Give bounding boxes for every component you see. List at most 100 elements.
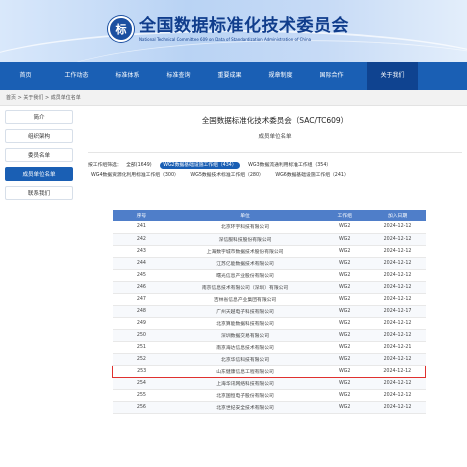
cell-unit: 北京世纪安全技术有限公司 [170,401,320,414]
nav-news[interactable]: 工作动态 [51,62,102,90]
cell-group: WG2 [319,281,370,294]
nav-achievements[interactable]: 重要成果 [204,62,255,90]
table-row: 242 深信服科技股份有限公司 WG2 2024-12-12 [112,233,426,246]
cell-index: 241 [112,221,171,234]
column-header-unit: 单位 [170,210,320,221]
sidebar: 简介 组织架构 委员名单 成员单位名单 联系我们 [5,110,73,205]
cell-group: WG2 [319,377,370,390]
cell-date: 2024-12-12 [369,377,426,390]
table-row: 243 上海数字城市数据技术股份有限公司 WG2 2024-12-12 [112,245,426,258]
cell-unit: 上海数字城市数据技术股份有限公司 [170,245,320,258]
filter-wg4[interactable]: WG4数据资源化利用标准工作组（300） [88,172,182,179]
cell-group: WG2 [319,233,370,246]
site-subtitle: National Technical Committee 609 on Data… [139,37,312,42]
table-row: 256 北京世纪安全技术有限公司 WG2 2024-12-12 [112,401,426,414]
filter-wg2[interactable]: WG2数据基础设施工作组（434） [160,162,240,169]
cell-group: WG2 [319,329,370,342]
cell-index: 255 [112,389,171,402]
nav-standard-system[interactable]: 标准体系 [102,62,153,90]
table-row: 253 山东健康信息工程有限公司 WG2 2024-12-12 [112,364,426,378]
cell-group: WG2 [319,269,370,282]
table-body: 241 北京环宇科技有限公司 WG2 2024-12-12 242 深信服科技股份有限公司… [112,221,426,414]
nav-international[interactable]: 国际合作 [306,62,357,90]
nav-about-us[interactable]: 关于我们 [367,62,418,90]
sidebar-item-contact[interactable]: 联系我们 [5,186,73,200]
table-row: 246 南京信息技术有限公司（深圳）有限公司 WG2 2024-12-12 [112,281,426,294]
sidebar-item-intro[interactable]: 简介 [5,110,73,124]
cell-date: 2024-12-12 [369,389,426,402]
site-logo-link[interactable]: 标 全国数据标准化技术委员会 National Technical Commit… [108,16,349,42]
cell-group: WG2 [319,245,370,258]
cell-index: 250 [112,329,171,342]
cell-unit: 上海华讯网络科技有限公司 [170,377,320,390]
cell-group: WG2 [319,305,370,318]
filter-wg5[interactable]: WG5数据技术标准工作组（280） [187,172,266,179]
table-row: 250 深圳数据交易有限公司 WG2 2024-12-12 [112,329,426,342]
cell-index: 249 [112,317,171,330]
breadcrumb: 首页 > 关于我们 > 成员单位名单 [0,90,467,106]
divider [88,152,462,153]
page-title: 全国数据标准化技术委员会（SAC/TC609） [201,116,349,125]
sidebar-item-members[interactable]: 委员名单 [5,148,73,162]
cell-group: WG2 [319,341,370,354]
table-row: 252 北京华信科技有限公司 WG2 2024-12-12 [112,353,426,366]
nav-regulations[interactable]: 规章制度 [255,62,306,90]
cell-date: 2024-12-12 [369,317,426,330]
cell-index: 252 [112,353,171,366]
cell-date: 2024-12-12 [369,269,426,282]
cell-group: WG2 [319,389,370,402]
cell-date: 2024-12-12 [369,221,426,234]
cell-index: 243 [112,245,171,258]
table-row: 241 北京环宇科技有限公司 WG2 2024-12-12 [112,221,426,234]
cell-index: 248 [112,305,171,318]
cell-unit: 北京算能数据科技有限公司 [170,317,320,330]
sidebar-item-member-units[interactable]: 成员单位名单 [5,167,73,181]
filter-bar: 按工作组筛选： 全部(1649) WG2数据基础设施工作组（434） WG3数据… [88,161,462,181]
cell-index: 247 [112,293,171,306]
nav-standard-query[interactable]: 标准查询 [153,62,204,90]
cell-index: 254 [112,377,171,390]
cell-unit: 南京海达信息技术有限公司 [170,341,320,354]
cell-unit: 深信服科技股份有限公司 [170,233,320,246]
filter-wg3[interactable]: WG3数据流通利用标准工作组（354） [245,162,334,169]
cell-group: WG2 [319,257,370,270]
content-area: 简介 组织架构 委员名单 成员单位名单 联系我们 全国数据标准化技术委员会（SA… [0,106,467,467]
cell-date: 2024-12-12 [369,401,426,414]
cell-group: WG2 [319,221,370,234]
table-row: 254 上海华讯网络科技有限公司 WG2 2024-12-12 [112,377,426,390]
main-panel: 全国数据标准化技术委员会（SAC/TC609） 成员单位名单 按工作组筛选： 全… [88,106,462,181]
column-header-date: 加入日期 [369,210,426,221]
cell-index: 242 [112,233,171,246]
filter-all[interactable]: 全部(1649) [123,162,155,169]
table-row: 245 曙光信息产业股份有限公司 WG2 2024-12-12 [112,269,426,282]
page-subtitle: 成员单位名单 [258,134,292,140]
cell-group: WG2 [319,401,370,414]
cell-date: 2024-12-12 [369,245,426,258]
cell-unit: 曙光信息产业股份有限公司 [170,269,320,282]
cell-index: 246 [112,281,171,294]
filter-wg6[interactable]: WG6数据基础设施工作组（241） [272,172,351,179]
site-title: 全国数据标准化技术委员会 [139,16,349,36]
member-units-table: 序号 单位 工作组 加入日期 241 北京环宇科技有限公司 WG2 2024-12-1… [112,210,426,414]
table-row: 244 江苏亿能数据技术有限公司 WG2 2024-12-12 [112,257,426,270]
nav-home[interactable]: 首页 [0,62,51,90]
table-row: 248 广州天越电子科技有限公司 WG2 2024-12-17 [112,305,426,318]
cell-date: 2024-12-12 [369,353,426,366]
cell-index: 244 [112,257,171,270]
cell-group: WG2 [319,364,370,378]
cell-unit: 吉林省信息产业集团有限公司 [170,293,320,306]
cell-date: 2024-12-17 [369,305,426,318]
cell-unit: 深圳数据交易有限公司 [170,329,320,342]
column-header-group: 工作组 [319,210,370,221]
sidebar-item-organization[interactable]: 组织架构 [5,129,73,143]
column-header-index: 序号 [112,210,171,221]
cell-date: 2024-12-12 [369,329,426,342]
cell-unit: 广州天越电子科技有限公司 [170,305,320,318]
cell-date: 2024-12-12 [369,233,426,246]
cell-unit: 北京国恒电子股份有限公司 [170,389,320,402]
cell-index: 256 [112,401,171,414]
table-row: 255 北京国恒电子股份有限公司 WG2 2024-12-12 [112,389,426,402]
cell-unit: 北京华信科技有限公司 [170,353,320,366]
cell-group: WG2 [319,317,370,330]
table-row: 251 南京海达信息技术有限公司 WG2 2024-12-21 [112,341,426,354]
